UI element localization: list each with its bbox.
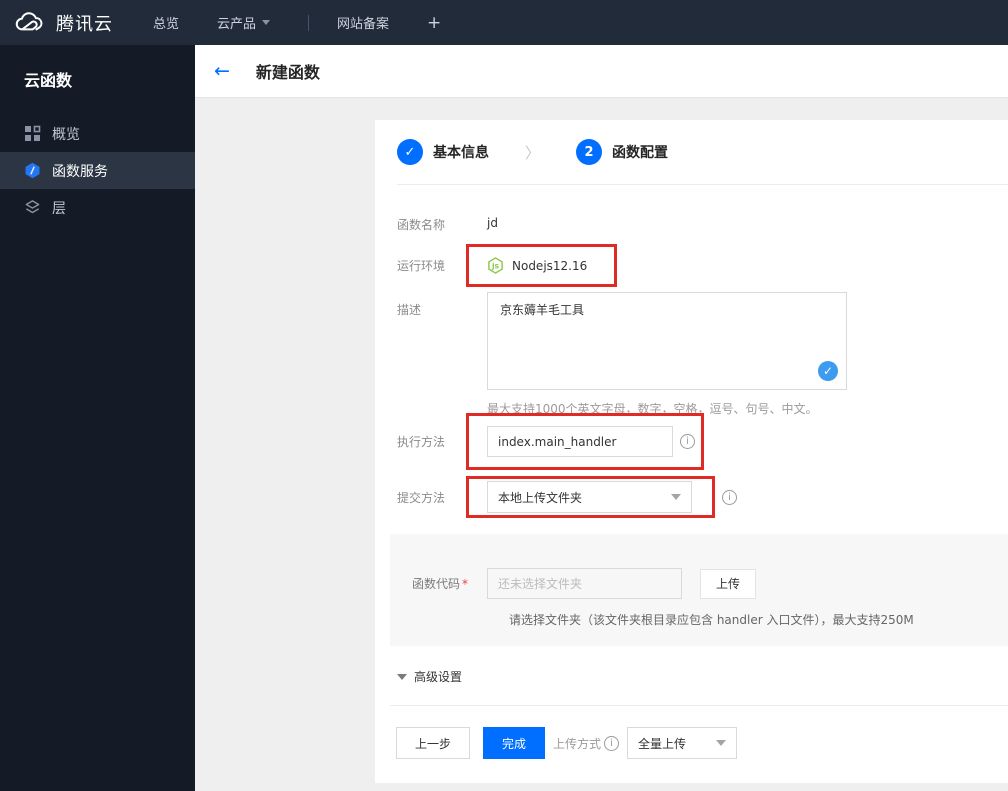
nav-icp-record[interactable]: 网站备案 bbox=[337, 13, 389, 32]
wizard-card: ✓ 基本信息 〉 2 函数配置 函数名称 jd 运行环境 js Nodejs12… bbox=[375, 120, 1008, 783]
function-name-value: jd bbox=[487, 216, 498, 230]
submit-method-select[interactable]: 本地上传文件夹 bbox=[487, 481, 692, 513]
function-code-hint: 请选择文件夹（该文件夹根目录应包含 handler 入口文件），最大支持250M bbox=[509, 613, 914, 627]
step-indicator: ✓ 基本信息 〉 2 函数配置 bbox=[397, 120, 1008, 185]
sidebar-item-label: 概览 bbox=[52, 126, 80, 143]
folder-path-input bbox=[487, 568, 682, 599]
step-function-config: 2 函数配置 bbox=[576, 139, 668, 165]
triangle-down-icon bbox=[397, 673, 407, 680]
chevron-down-icon bbox=[262, 20, 271, 25]
runtime-value: Nodejs12.16 bbox=[512, 258, 588, 273]
annotation-box-submit-method: 本地上传文件夹 bbox=[466, 476, 715, 518]
sidebar-item-layers[interactable]: 层 bbox=[0, 189, 195, 226]
sidebar-item-overview[interactable]: 概览 bbox=[0, 115, 195, 152]
brand-name: 腾讯云 bbox=[56, 13, 113, 35]
submit-method-value: 本地上传文件夹 bbox=[498, 490, 583, 505]
description-field-wrap: 京东薅羊毛工具 ✓ bbox=[487, 292, 847, 390]
select-caret-icon bbox=[671, 494, 681, 500]
sidebar-item-label: 层 bbox=[52, 200, 66, 217]
nav-cloud-products-label: 云产品 bbox=[217, 17, 257, 32]
submit-method-row: 提交方法 本地上传文件夹 i bbox=[397, 476, 1008, 518]
annotation-box-runtime: js Nodejs12.16 bbox=[466, 244, 617, 287]
upload-mode-info-icon[interactable]: i bbox=[604, 735, 620, 751]
layers-icon bbox=[24, 199, 41, 216]
upload-mode-select[interactable]: 全量上传 bbox=[627, 727, 738, 759]
valid-check-icon: ✓ bbox=[818, 361, 838, 381]
function-code-label: 函数代码 * bbox=[412, 577, 469, 591]
function-code-row: 函数代码* 上传 bbox=[412, 568, 1008, 599]
footer-divider bbox=[390, 705, 1008, 706]
step1-label: 基本信息 bbox=[433, 145, 489, 161]
handler-info-icon[interactable]: i bbox=[680, 434, 695, 449]
footer-actions: 上一步 完成 上传方式 i 全量上传 bbox=[396, 727, 1008, 759]
add-tab-button[interactable]: + bbox=[427, 13, 441, 33]
top-menu: 总览 云产品 网站备案 + bbox=[153, 13, 441, 33]
upload-mode-value: 全量上传 bbox=[638, 736, 687, 751]
grid-icon bbox=[24, 125, 41, 142]
nodejs-icon-text: js bbox=[491, 261, 500, 270]
step2-label: 函数配置 bbox=[612, 145, 669, 161]
function-name-row: 函数名称 jd bbox=[397, 216, 1008, 233]
description-row: 描述 京东薅羊毛工具 ✓ bbox=[397, 292, 1008, 390]
sidebar-item-function-service[interactable]: 函数服务 bbox=[0, 152, 195, 189]
description-label: 描述 bbox=[397, 303, 422, 317]
sidebar-item-label: 函数服务 bbox=[52, 163, 108, 180]
scf-hexagon-icon bbox=[24, 162, 41, 179]
brand[interactable]: 腾讯云 bbox=[14, 10, 113, 36]
annotation-box-handler: i bbox=[466, 413, 704, 470]
top-navbar: 腾讯云 总览 云产品 网站备案 + bbox=[0, 0, 1008, 45]
nav-overview[interactable]: 总览 bbox=[153, 13, 179, 32]
sidebar: 云函数 概览 函数服务 层 bbox=[0, 45, 195, 791]
advanced-settings-toggle[interactable]: 高级设置 bbox=[397, 668, 1008, 685]
back-arrow-icon[interactable]: ← bbox=[214, 61, 230, 81]
upload-button[interactable]: 上传 bbox=[700, 568, 756, 599]
function-code-section: 函数代码* 上传 请选择文件夹（该文件夹根目录应包含 handler 入口文件）… bbox=[390, 534, 1008, 646]
tencent-cloud-logo-icon bbox=[14, 11, 47, 34]
description-textarea[interactable]: 京东薅羊毛工具 bbox=[487, 292, 847, 390]
nodejs-icon: js bbox=[487, 257, 504, 274]
select-caret-icon bbox=[716, 740, 727, 746]
runtime-row: 运行环境 js Nodejs12.16 bbox=[397, 244, 1008, 287]
step1-check-icon: ✓ bbox=[397, 139, 423, 165]
function-name-label: 函数名称 bbox=[397, 218, 446, 232]
required-asterisk: * bbox=[462, 577, 469, 591]
page-title: 新建函数 bbox=[255, 63, 320, 82]
finish-button[interactable]: 完成 bbox=[483, 727, 545, 759]
step-chevron-icon: 〉 bbox=[525, 143, 541, 162]
handler-row: 执行方法 i bbox=[397, 413, 1008, 470]
previous-step-button[interactable]: 上一步 bbox=[396, 727, 470, 759]
advanced-settings-label: 高级设置 bbox=[414, 670, 463, 684]
nav-divider bbox=[308, 14, 310, 31]
step2-number: 2 bbox=[576, 139, 603, 165]
main-content: ✓ 基本信息 〉 2 函数配置 函数名称 jd 运行环境 js Nodejs12… bbox=[195, 98, 1008, 791]
upload-mode-label: 上传方式 i bbox=[553, 735, 620, 752]
sidebar-title: 云函数 bbox=[24, 71, 73, 90]
step-basic-info: ✓ 基本信息 bbox=[397, 139, 489, 165]
handler-input[interactable] bbox=[487, 426, 673, 457]
submit-method-info-icon[interactable]: i bbox=[722, 489, 737, 505]
page-header: ← 新建函数 bbox=[195, 45, 1008, 98]
sidebar-menu: 概览 函数服务 层 bbox=[0, 115, 195, 226]
nav-cloud-products[interactable]: 云产品 bbox=[217, 13, 271, 32]
